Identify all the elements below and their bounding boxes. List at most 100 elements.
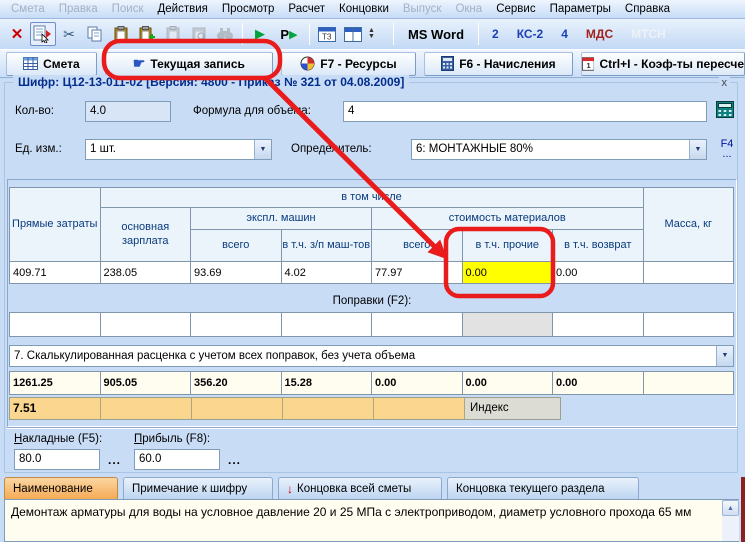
form-4-button[interactable]: 4 — [561, 27, 568, 41]
bottom-tab-bar: Наименование Примечание к шифру ↓ Концов… — [4, 477, 639, 499]
close-icon[interactable]: x — [719, 77, 731, 89]
description-text: Демонтаж арматуры для воды на условное д… — [11, 505, 691, 519]
correction-cell[interactable] — [281, 313, 372, 337]
qty-field[interactable]: 4.0 — [85, 101, 171, 122]
cell-mat-return[interactable]: 0.00 — [553, 262, 644, 284]
tab-section-ending[interactable]: Концовка текущего раздела — [447, 477, 639, 499]
profit-input[interactable]: 60.0 — [134, 449, 220, 470]
unit-combobox[interactable]: 1 шт. ▼ — [85, 139, 272, 160]
col-header-materials: стоимость материалов — [372, 208, 644, 230]
copy-icon — [87, 26, 103, 42]
paste-special-icon — [139, 26, 156, 42]
paste-special-button[interactable] — [134, 22, 160, 46]
record-panel: Шифр: Ц12-13-011-02 [Версия: 4800 - Прик… — [0, 78, 745, 542]
find-button — [212, 22, 238, 46]
correction-cell[interactable] — [553, 313, 644, 337]
cell-mach-salary[interactable]: 4.02 — [281, 262, 372, 284]
tab-smeta[interactable]: Смета — [6, 52, 97, 76]
cell-mach-total[interactable]: 93.69 — [191, 262, 282, 284]
cell-mat-other-highlighted[interactable]: 0.00 — [462, 262, 553, 284]
menu-prosmotr[interactable]: Просмотр — [215, 0, 282, 18]
f4-dots: ... — [722, 148, 731, 160]
calc-mode-combobox[interactable]: 7. Скалькулированная расценка с учетом в… — [9, 345, 734, 367]
col-header-mat-return: в т.ч. возврат — [553, 230, 644, 262]
cost-table: Прямые затраты в том числе Масса, кг осн… — [9, 187, 734, 284]
cut-button[interactable]: ✂ — [56, 22, 82, 46]
correction-cell[interactable] — [10, 313, 101, 337]
index-row: 7.51 Индекс — [9, 397, 561, 420]
index-value: 7.51 — [10, 398, 101, 419]
totals-row: 1261.25 905.05 356.20 15.28 0.00 0.00 0.… — [9, 371, 734, 395]
menu-servis[interactable]: Сервис — [489, 0, 542, 18]
correction-cell[interactable] — [100, 313, 191, 337]
col-header-mach-total: всего — [191, 230, 282, 262]
profit-more-button[interactable]: ... — [228, 453, 241, 467]
scroll-up-button[interactable]: ▲ — [722, 500, 739, 516]
menu-deistviya[interactable]: Действия — [151, 0, 215, 18]
run-print-button[interactable]: P ▶ — [273, 22, 305, 46]
determiner-combobox[interactable]: 6: МОНТАЖНЫЕ 80% ▼ — [411, 139, 707, 160]
run-button[interactable]: ▶ — [247, 22, 273, 46]
chevron-down-icon[interactable]: ▼ — [689, 140, 706, 159]
tab-section-ending-label: Концовка текущего раздела — [456, 483, 605, 495]
formula-calc-button[interactable] — [714, 100, 736, 123]
cell-direct-costs[interactable]: 409.71 — [10, 262, 101, 284]
ms-word-button[interactable]: MS Word — [408, 27, 464, 42]
menu-parametry[interactable]: Параметры — [543, 0, 618, 18]
paste-button[interactable] — [108, 22, 134, 46]
index-label: Индекс — [465, 398, 560, 419]
description-scrollbar[interactable]: ▲ — [722, 500, 739, 541]
description-textarea[interactable]: Демонтаж арматуры для воды на условное д… — [4, 499, 739, 542]
ks-2-button[interactable]: КС-2 — [517, 27, 544, 41]
copy-button[interactable] — [82, 22, 108, 46]
menu-kontsovki[interactable]: Концовки — [332, 0, 396, 18]
toolbar-spinner[interactable]: ▲ ▼ — [368, 28, 375, 40]
tab-resources[interactable]: F7 - Ресурсы — [281, 52, 416, 76]
calendar-icon: 1 — [582, 56, 595, 71]
menu-spravka[interactable]: Справка — [618, 0, 677, 18]
correction-cell-disabled — [462, 313, 553, 337]
cell-mass[interactable] — [643, 262, 734, 284]
tab-coefficients[interactable]: 1 Ctrl+I - Коэф-ты пересче — [581, 52, 745, 76]
correction-cell[interactable] — [372, 313, 463, 337]
tab-name[interactable]: Наименование — [4, 477, 118, 499]
tab-estimate-ending[interactable]: ↓ Концовка всей сметы — [278, 477, 442, 499]
menu-raschet[interactable]: Расчет — [281, 0, 332, 18]
chevron-down-icon[interactable]: ▼ — [254, 140, 271, 159]
view-tabs-bar: Смета ☛ Текущая запись F7 - Ресурсы F6 -… — [0, 50, 745, 78]
tab-code-note[interactable]: Примечание к шифру — [123, 477, 273, 499]
down-arrow-icon: ↓ — [287, 482, 293, 496]
unit-label: Ед. изм.: — [15, 143, 62, 155]
menu-okna: Окна — [448, 0, 489, 18]
resources-ball-icon — [300, 56, 315, 71]
cell-base-salary[interactable]: 238.05 — [100, 262, 191, 284]
tab-accruals[interactable]: F6 - Начисления — [424, 52, 573, 76]
mds-button[interactable]: МДС — [586, 27, 613, 41]
columns-view-button[interactable] — [340, 22, 366, 46]
correction-cell[interactable] — [643, 313, 734, 337]
insert-record-button[interactable] — [30, 22, 56, 46]
total-mass — [643, 372, 734, 395]
cost-table-row: 409.71 238.05 93.69 4.02 77.97 0.00 0.00 — [10, 262, 734, 284]
mtsn-button: МТСН — [631, 27, 666, 41]
col-header-base-salary: основная зарплата — [100, 208, 191, 262]
correction-cell[interactable] — [191, 313, 282, 337]
chevron-down-icon[interactable]: ▼ — [716, 346, 733, 366]
cell-mat-total[interactable]: 77.97 — [372, 262, 463, 284]
delete-button[interactable]: ✕ — [4, 22, 30, 46]
overhead-input[interactable]: 80.0 — [14, 449, 100, 470]
spinner-down-icon[interactable]: ▼ — [368, 34, 375, 40]
clipboard-search-button — [186, 22, 212, 46]
play-icon: ▶ — [255, 26, 265, 42]
overhead-more-button[interactable]: ... — [108, 453, 121, 467]
f4-button[interactable]: F4 ... — [717, 139, 737, 159]
tab-current-record[interactable]: ☛ Текущая запись — [105, 52, 273, 76]
formula-input[interactable]: 4 — [343, 101, 707, 122]
col-header-mach-salary: в т.ч. з/п маш-тов — [281, 230, 372, 262]
total-direct: 1261.25 — [10, 372, 101, 395]
determiner-label: Определитель: — [291, 143, 372, 155]
p-letter-icon: P — [280, 27, 289, 42]
form-2-button[interactable]: 2 — [492, 27, 499, 41]
record-groupbox: Шифр: Ц12-13-011-02 [Версия: 4800 - Прик… — [4, 82, 738, 473]
t3-window-button[interactable]: ТЗ — [314, 22, 340, 46]
